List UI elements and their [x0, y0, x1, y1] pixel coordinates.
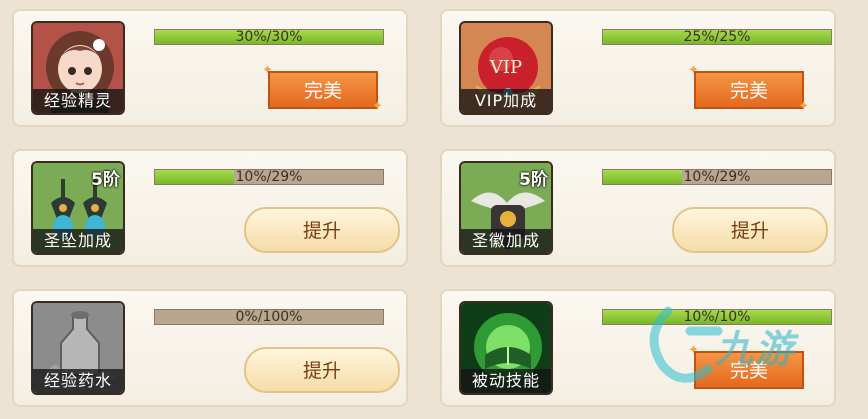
fairy-icon: 经验精灵 — [31, 21, 125, 115]
card-vip-bonus: VIP VIP加成 25%/25% ✦ 完美 ✦ — [440, 9, 836, 127]
progress-bar: 30%/30% — [154, 29, 384, 45]
card-label: 经验药水 — [33, 369, 123, 393]
card-label: VIP加成 — [461, 89, 551, 113]
progress-bar: 25%/25% — [602, 29, 832, 45]
tier-badge: 5阶 — [519, 170, 548, 190]
skill-book-icon: 被动技能 — [459, 301, 553, 395]
card-emblem-bonus: 5阶 圣徽加成 10%/29% 提升 — [440, 149, 836, 267]
emblem-icon: 5阶 圣徽加成 — [459, 161, 553, 255]
perfect-button[interactable]: 完美 — [268, 71, 378, 109]
progress-bar: 0%/100% — [154, 309, 384, 325]
earrings-icon: 5阶 圣坠加成 — [31, 161, 125, 255]
progress-text: 10%/29% — [683, 169, 751, 185]
tier-badge: 5阶 — [91, 170, 120, 190]
sparkle-icon: ✦ — [372, 99, 383, 114]
card-label: 被动技能 — [461, 369, 551, 393]
upgrade-button[interactable]: 提升 — [244, 347, 400, 393]
progress-text: 25%/25% — [683, 29, 751, 45]
card-exp-fairy: 经验精灵 30%/30% ✦ 完美 ✦ — [12, 9, 408, 127]
upgrade-button[interactable]: 提升 — [672, 207, 828, 253]
card-exp-potion: 经验药水 0%/100% 提升 — [12, 289, 408, 407]
card-label: 圣徽加成 — [461, 229, 551, 253]
card-label: 经验精灵 — [33, 89, 123, 113]
upgrade-button[interactable]: 提升 — [244, 207, 400, 253]
watermark-text: 九游 — [715, 327, 796, 371]
card-label: 圣坠加成 — [33, 229, 123, 253]
sparkle-icon: ✦ — [798, 99, 809, 114]
perfect-button[interactable]: 完美 — [694, 71, 804, 109]
progress-text: 0%/100% — [235, 309, 303, 325]
progress-bar: 10%/29% — [602, 169, 832, 185]
vip-orb-text: VIP — [489, 57, 523, 78]
progress-text: 30%/30% — [235, 29, 303, 45]
progress-bar: 10%/29% — [154, 169, 384, 185]
potion-icon: 经验药水 — [31, 301, 125, 395]
card-pendant-bonus: 5阶 圣坠加成 10%/29% 提升 — [12, 149, 408, 267]
progress-text: 10%/29% — [235, 169, 303, 185]
vip-orb-icon: VIP VIP加成 — [459, 21, 553, 115]
